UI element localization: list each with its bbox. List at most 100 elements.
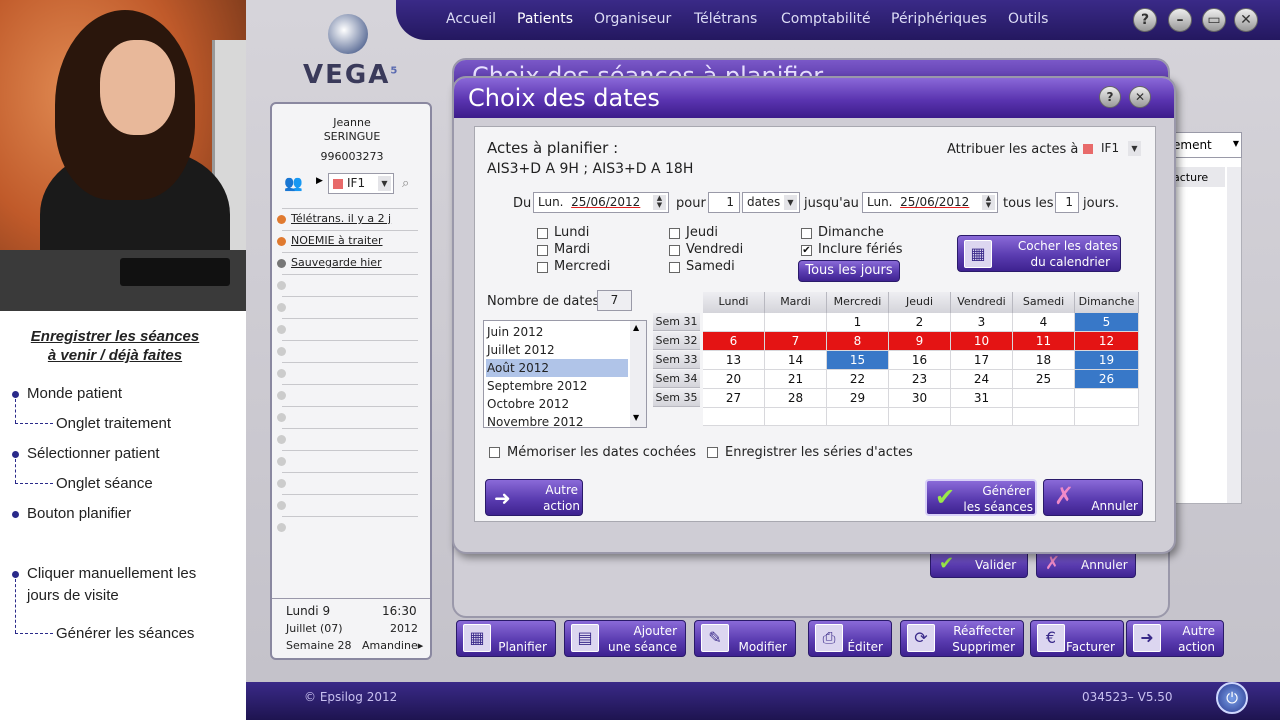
calendar-day-cell[interactable]: 13 xyxy=(703,351,765,370)
calendar-day-cell[interactable]: 16 xyxy=(889,351,951,370)
tab-accueil[interactable]: Accueil xyxy=(446,11,496,27)
month-item[interactable]: Juin 2012 xyxy=(486,323,628,341)
calendar-day-cell[interactable]: 7 xyxy=(765,332,827,351)
calendar-day-cell[interactable]: 23 xyxy=(889,370,951,389)
calendar-day-cell[interactable]: 27 xyxy=(703,389,765,408)
calendar-day-cell[interactable]: 21 xyxy=(765,370,827,389)
jeudi-checkbox[interactable] xyxy=(669,228,680,239)
status-user[interactable]: Amandine▸ xyxy=(362,639,423,652)
calendar-day-cell[interactable]: 5 xyxy=(1075,313,1139,332)
edit-icon: ✎ xyxy=(701,624,729,652)
dialog-help-icon[interactable]: ? xyxy=(1099,86,1121,108)
calendar-day-cell[interactable]: 12 xyxy=(1075,332,1139,351)
pour-field[interactable]: 1 xyxy=(708,192,740,213)
annuler-button[interactable]: ✗ Annuler xyxy=(1043,479,1143,516)
calendar-day-cell[interactable]: 4 xyxy=(1013,313,1075,332)
calendar-empty-cell xyxy=(1013,389,1075,408)
toolbar-label-1: Ajouter xyxy=(633,624,677,638)
inclure-feries-checkbox[interactable]: ✔ xyxy=(801,245,812,256)
mardi-checkbox[interactable] xyxy=(537,245,548,256)
samedi-checkbox[interactable] xyxy=(669,262,680,273)
tous-les-jours-button[interactable]: Tous les jours xyxy=(798,260,900,282)
facturer-button[interactable]: € Facturer xyxy=(1030,620,1124,657)
calendar-day-cell[interactable]: 6 xyxy=(703,332,765,351)
calendar-day-cell[interactable]: 30 xyxy=(889,389,951,408)
maximize-icon[interactable]: ▭ xyxy=(1202,8,1226,32)
patient-sidebar: Jeanne SERINGUE 996003273 👥 ▶ IF1 ▼ ⌕ Té… xyxy=(270,102,432,660)
power-icon[interactable]: ⏻ xyxy=(1216,682,1248,714)
calendar-day-cell[interactable]: 10 xyxy=(951,332,1013,351)
reaffecter-supprimer-button[interactable]: ⟳ Réaffecter Supprimer xyxy=(900,620,1024,657)
calendar-day-cell[interactable]: 11 xyxy=(1013,332,1075,351)
modifier-button[interactable]: ✎ Modifier xyxy=(694,620,796,657)
note-sauvegarde[interactable]: Sauvegarde hier xyxy=(291,256,382,269)
tab-peripheriques[interactable]: Périphériques xyxy=(891,11,987,27)
video-feed xyxy=(0,0,246,311)
note-noemie[interactable]: NOEMIE à traiter xyxy=(291,234,383,247)
jeudi-label: Jeudi xyxy=(686,225,718,240)
attribuer-select[interactable]: IF1 ▼ xyxy=(1079,139,1143,160)
calendar-day-cell[interactable]: 22 xyxy=(827,370,889,389)
tab-organiseur[interactable]: Organiseur xyxy=(594,11,671,27)
calendar-day-cell[interactable]: 25 xyxy=(1013,370,1075,389)
calendar-day-cell[interactable]: 2 xyxy=(889,313,951,332)
calendar-day-cell[interactable]: 14 xyxy=(765,351,827,370)
tab-patients[interactable]: Patients xyxy=(517,11,573,27)
month-item-selected[interactable]: Août 2012 xyxy=(486,359,628,377)
cocher-dates-button[interactable]: ▦ Cocher les dates du calendrier xyxy=(957,235,1121,272)
vendredi-checkbox[interactable] xyxy=(669,245,680,256)
calendar-day-cell[interactable]: 29 xyxy=(827,389,889,408)
copyright: © Epsilog 2012 xyxy=(304,690,398,704)
lundi-checkbox[interactable] xyxy=(537,228,548,239)
dimanche-checkbox[interactable] xyxy=(801,228,812,239)
note-teletrans[interactable]: Télétrans. il y a 2 j xyxy=(291,212,391,225)
ide-select[interactable]: IF1 ▼ xyxy=(328,173,394,194)
month-scrollbar[interactable]: ▲ ▼ xyxy=(630,321,646,427)
minimize-icon[interactable]: – xyxy=(1168,8,1192,32)
calendar-day-cell[interactable]: 31 xyxy=(951,389,1013,408)
planifier-button[interactable]: ▦ Planifier xyxy=(456,620,556,657)
du-date-field[interactable]: Lun. 25/06/2012 ▲ ▼ xyxy=(533,192,669,213)
calendar-day-cell[interactable]: 24 xyxy=(951,370,1013,389)
jusquau-date-field[interactable]: Lun. 25/06/2012 ▲ ▼ xyxy=(862,192,998,213)
generer-seances-button[interactable]: ✔ Générer les séances xyxy=(925,479,1037,516)
tous-les-field[interactable]: 1 xyxy=(1055,192,1079,213)
valider-button[interactable]: ✔ Valider xyxy=(930,550,1028,578)
calendar-day-cell[interactable]: 19 xyxy=(1075,351,1139,370)
calendar-day-cell[interactable]: 17 xyxy=(951,351,1013,370)
patients-icon[interactable]: 👥 xyxy=(284,174,303,192)
mercredi-checkbox[interactable] xyxy=(537,262,548,273)
dialog-close-icon[interactable]: ✕ xyxy=(1129,86,1151,108)
calendar-day-cell[interactable]: 8 xyxy=(827,332,889,351)
calendar-day-cell[interactable]: 15 xyxy=(827,351,889,370)
enregistrer-checkbox[interactable] xyxy=(707,447,718,458)
calendar-day-cell[interactable]: 9 xyxy=(889,332,951,351)
calendar-day-cell[interactable]: 28 xyxy=(765,389,827,408)
calendar-day-cell[interactable]: 26 xyxy=(1075,370,1139,389)
status-month: Juillet (07) xyxy=(286,622,343,635)
month-item[interactable]: Septembre 2012 xyxy=(486,377,628,395)
month-list[interactable]: Juin 2012 Juillet 2012 Août 2012 Septemb… xyxy=(483,320,647,428)
calendar-day-cell[interactable]: 20 xyxy=(703,370,765,389)
editer-button[interactable]: ⎙ Éditer xyxy=(808,620,892,657)
close-icon[interactable]: ✕ xyxy=(1234,8,1258,32)
calendar-day-cell[interactable]: 18 xyxy=(1013,351,1075,370)
tab-outils[interactable]: Outils xyxy=(1008,11,1048,27)
dialog-title: Choix des dates xyxy=(468,84,660,112)
search-icon[interactable]: ⌕ xyxy=(402,176,409,191)
calendar-day-cell[interactable]: 1 xyxy=(827,313,889,332)
month-item[interactable]: Octobre 2012 xyxy=(486,395,628,413)
memoriser-checkbox[interactable] xyxy=(489,447,500,458)
month-item[interactable]: Juillet 2012 xyxy=(486,341,628,359)
month-item[interactable]: Novembre 2012 xyxy=(486,413,628,427)
tab-teletrans[interactable]: Télétrans xyxy=(694,11,757,27)
ajouter-seance-button[interactable]: ▤ Ajouter une séance xyxy=(564,620,686,657)
tab-comptabilite[interactable]: Comptabilité xyxy=(781,11,871,27)
toolbar-autre-action-button[interactable]: ➜ Autre action xyxy=(1126,620,1224,657)
autre-action-button[interactable]: ➜ Autre action xyxy=(485,479,583,516)
bg-annuler-button[interactable]: ✗ Annuler xyxy=(1036,550,1136,578)
unit-select[interactable]: dates ▼ xyxy=(742,192,800,213)
bg-dropdown[interactable]: ement ▼ xyxy=(1170,132,1242,158)
calendar-day-cell[interactable]: 3 xyxy=(951,313,1013,332)
help-icon[interactable]: ? xyxy=(1133,8,1157,32)
